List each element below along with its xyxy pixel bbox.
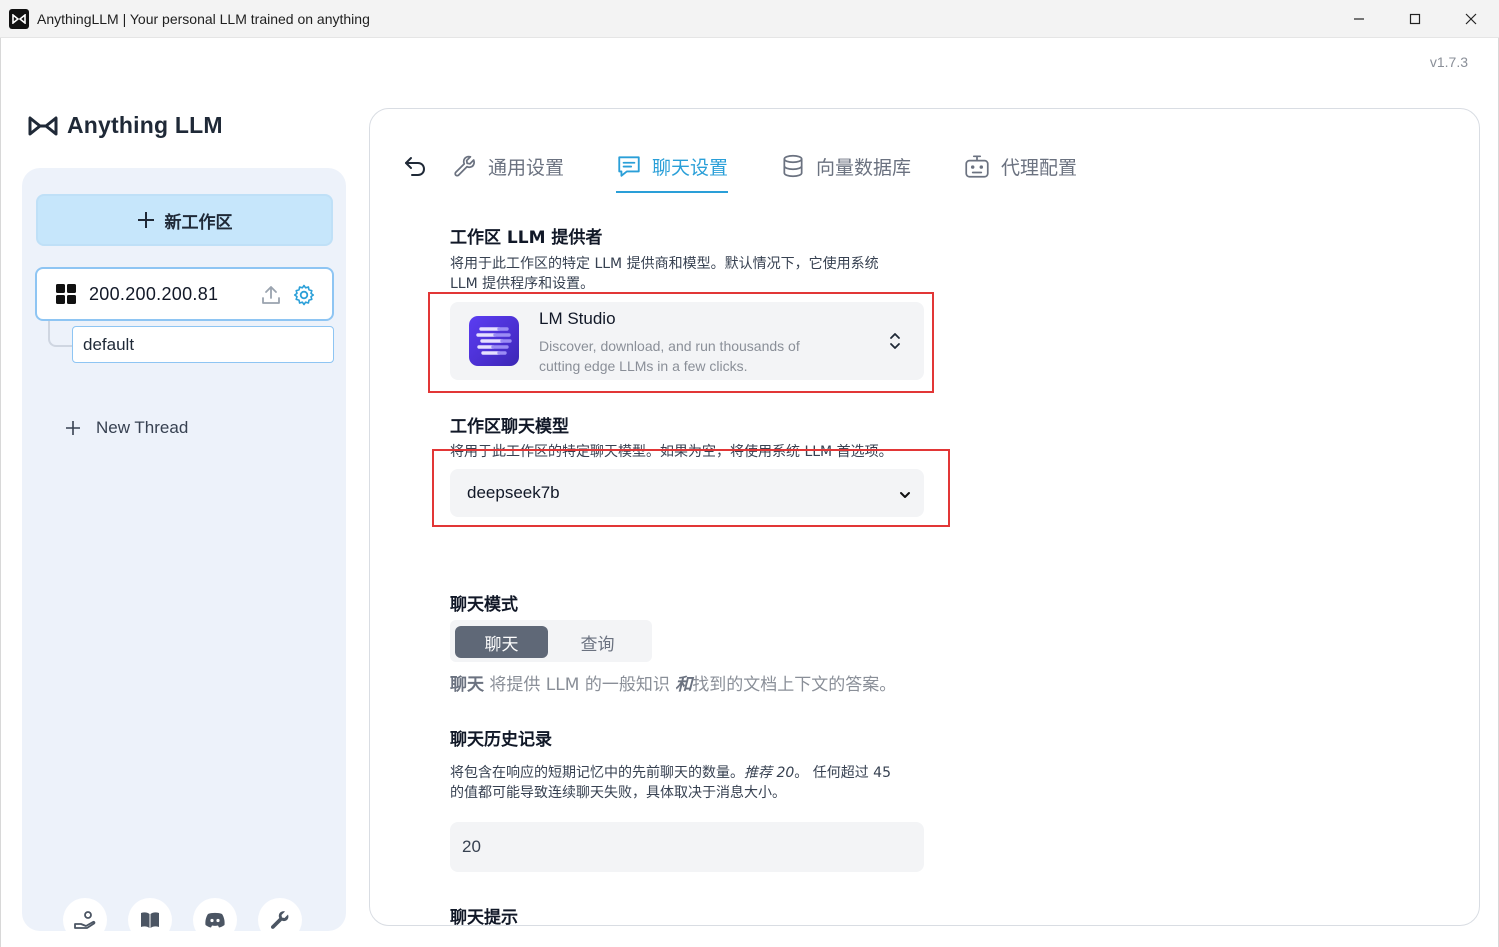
robot-icon <box>965 155 989 178</box>
chat-mode-toggle: 聊天 查询 <box>450 620 652 662</box>
tab-chat-settings[interactable]: 聊天设置 <box>616 139 729 193</box>
chat-prompt-title: 聊天提示 <box>450 908 518 926</box>
new-workspace-label: 新工作区 <box>164 212 233 233</box>
highlight-box-model <box>432 449 950 527</box>
tab-vector-database[interactable]: 向量数据库 <box>780 139 911 193</box>
minimize-button[interactable] <box>1331 0 1387 38</box>
chat-history-desc-line1: 将包含在响应的短期记忆中的先前聊天的数量。推荐 20。 任何超过 45 <box>450 763 891 783</box>
sidebar: 新工作区 200.200.200.81 default New Thread <box>22 168 346 942</box>
tab-label: 代理配置 <box>1001 156 1078 179</box>
wrench-icon <box>454 155 475 177</box>
back-button[interactable] <box>400 151 430 181</box>
settings-button[interactable] <box>258 898 302 942</box>
app-window: v1.7.3 Anything LLM 新工作区 200.200.200.81 <box>0 38 1499 947</box>
settings-tabs: 通用设置 聊天设置 向量数据库 代理配置 <box>400 139 1129 193</box>
close-button[interactable] <box>1443 0 1499 38</box>
maximize-button[interactable] <box>1387 0 1443 38</box>
llm-provider-desc-line1: 将用于此工作区的特定 LLM 提供商和模型。默认情况下，它使用系统 <box>450 256 879 272</box>
chat-mode-option-chat[interactable]: 聊天 <box>455 626 548 658</box>
new-workspace-button[interactable]: 新工作区 <box>36 194 333 246</box>
chat-history-title: 聊天历史记录 <box>450 730 552 750</box>
chat-mode-desc-part1: 将提供 LLM 的一般知识 <box>484 675 676 695</box>
app-logo-icon <box>9 8 29 29</box>
window-title: AnythingLLM | Your personal LLM trained … <box>37 10 370 27</box>
new-thread-button[interactable]: New Thread <box>64 418 188 438</box>
tab-label: 聊天设置 <box>652 156 729 179</box>
anything-llm-logo-icon <box>28 116 58 135</box>
chat-history-desc-1c: 。 任何超过 45 <box>794 765 891 781</box>
sidebar-footer <box>63 898 302 942</box>
chat-mode-desc-emph: 和 <box>675 675 693 695</box>
settings-wrench-icon <box>270 911 289 929</box>
chat-history-desc-1b: 推荐 20 <box>744 765 795 781</box>
upload-icon[interactable] <box>260 284 282 310</box>
tab-general-settings[interactable]: 通用设置 <box>452 139 564 193</box>
llm-provider-desc-line2: LLM 提供程序和设置。 <box>450 276 595 292</box>
chat-history-desc-1a: 将包含在响应的短期记忆中的先前聊天的数量。 <box>450 765 744 781</box>
database-icon <box>783 154 803 178</box>
plus-icon <box>137 212 154 228</box>
window-controls <box>1331 0 1499 38</box>
tab-label: 向量数据库 <box>816 156 912 179</box>
docs-book-icon <box>141 912 159 928</box>
tab-label: 通用设置 <box>488 156 565 179</box>
chat-icon <box>618 156 640 177</box>
grid-icon <box>56 284 76 304</box>
community-hub-button[interactable] <box>63 898 107 942</box>
version-label: v1.7.3 <box>1429 54 1468 70</box>
thread-item-default[interactable]: default <box>72 326 334 363</box>
chat-mode-desc: 聊天 将提供 LLM 的一般知识 和找到的文档上下文的答案。 <box>450 670 896 695</box>
workspace-settings-panel: 通用设置 聊天设置 向量数据库 代理配置 工作区 LLM 提供者 将用于此工作区… <box>369 108 1480 926</box>
window-titlebar: AnythingLLM | Your personal LLM trained … <box>0 0 1499 38</box>
chat-mode-option-query[interactable]: 查询 <box>551 626 644 658</box>
workspace-name: 200.200.200.81 <box>89 283 219 304</box>
chat-mode-desc-bold: 聊天 <box>450 675 484 695</box>
thread-connector <box>48 321 72 347</box>
chat-model-title: 工作区聊天模型 <box>450 417 569 437</box>
back-arrow-icon <box>405 157 426 176</box>
plus-icon <box>66 421 80 435</box>
highlight-box-provider <box>428 292 934 393</box>
docs-button[interactable] <box>128 898 172 942</box>
brand-name: Anything LLM <box>67 112 223 138</box>
tab-agent-config[interactable]: 代理配置 <box>963 139 1077 193</box>
community-hub-icon <box>74 911 96 929</box>
new-thread-label: New Thread <box>96 418 189 437</box>
discord-button[interactable] <box>193 898 237 942</box>
brand-logo: Anything LLM <box>27 112 223 139</box>
chat-history-desc-line2: 的值都可能导致连续聊天失败，具体取决于消息大小。 <box>450 785 786 801</box>
chat-mode-title: 聊天模式 <box>450 595 518 615</box>
llm-provider-title: 工作区 LLM 提供者 <box>450 228 603 248</box>
discord-icon <box>205 912 225 928</box>
chat-mode-desc-part2: 找到的文档上下文的答案。 <box>692 675 897 695</box>
chat-history-input[interactable]: 20 <box>450 822 924 872</box>
workspace-settings-gear-icon[interactable] <box>292 283 316 311</box>
sidebar-workspace-item[interactable]: 200.200.200.81 <box>35 267 334 321</box>
